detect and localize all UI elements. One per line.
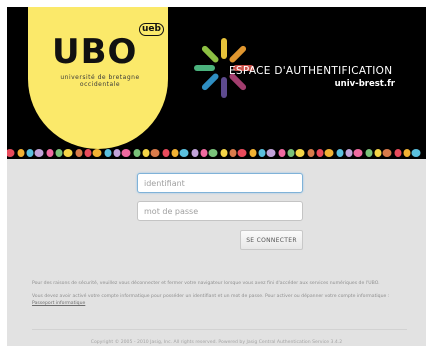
activation-notice: Vous devez avoir activé votre compte inf… [32,293,402,307]
site-domain: univ-brest.fr [334,79,395,89]
border-dot [278,149,286,157]
border-dot [26,149,34,157]
sunburst-ray [229,45,247,63]
border-dot [324,149,334,157]
border-dot [266,149,276,157]
login-form: SE CONNECTER [137,173,303,250]
border-dot [249,149,257,157]
sunburst-ray [201,45,219,63]
decorative-dot-border [7,149,421,157]
border-dot [229,149,237,157]
ueb-logo-badge: ueb [139,23,164,36]
border-dot [7,149,15,157]
page-title: ESPACE D'AUTHENTIFICATION [229,65,393,77]
border-dot [365,149,373,157]
border-dot [34,149,44,157]
header-banner: UBO ueb université de bretagne occidenta… [7,7,426,159]
border-dot [121,149,131,157]
border-dot [382,149,392,157]
border-dot [208,149,218,157]
border-dot [142,149,150,157]
border-dot [75,149,83,157]
sunburst-ray [201,73,219,91]
border-dot [411,149,421,157]
activation-text: Vous devez avoir activé votre compte inf… [32,294,390,299]
border-dot [237,149,247,157]
border-dot [191,149,199,157]
border-dot [63,149,73,157]
border-dot [403,149,411,157]
footer-divider [32,329,407,330]
ubo-logo: UBO [52,32,138,72]
border-dot [394,149,402,157]
login-button[interactable]: SE CONNECTER [240,230,303,250]
university-name-line1: université de bretagne [60,74,140,81]
border-dot [46,149,54,157]
border-dot [162,149,170,157]
username-input[interactable] [137,173,303,193]
border-dot [336,149,344,157]
border-dot [17,149,25,157]
border-dot [345,149,353,157]
border-dot [200,149,208,157]
university-name-line2: occidentale [79,81,121,88]
border-dot [84,149,92,157]
sunburst-ray [229,73,247,91]
border-dot [295,149,305,157]
border-dot [104,149,112,157]
security-notice: Pour des raisons de sécurité, veuillez v… [32,281,380,286]
password-input[interactable] [137,201,303,221]
border-dot [353,149,363,157]
border-dot [307,149,315,157]
border-dot [374,149,382,157]
border-dot [258,149,266,157]
university-name: université de bretagne occidentale [45,74,155,88]
page: UBO ueb université de bretagne occidenta… [7,7,426,346]
border-dot [92,149,102,157]
passport-link[interactable]: Passeport informatique [32,301,85,306]
border-dot [150,149,160,157]
border-dot [316,149,324,157]
border-dot [220,149,228,157]
border-dot [287,149,295,157]
copyright-text: Copyright © 2005 - 2010 Jasig, Inc. All … [90,340,343,345]
border-dot [133,149,141,157]
border-dot [171,149,179,157]
border-dot [55,149,63,157]
border-dot [113,149,121,157]
info-notes: Pour des raisons de sécurité, veuillez v… [32,280,402,313]
border-dot [179,149,189,157]
